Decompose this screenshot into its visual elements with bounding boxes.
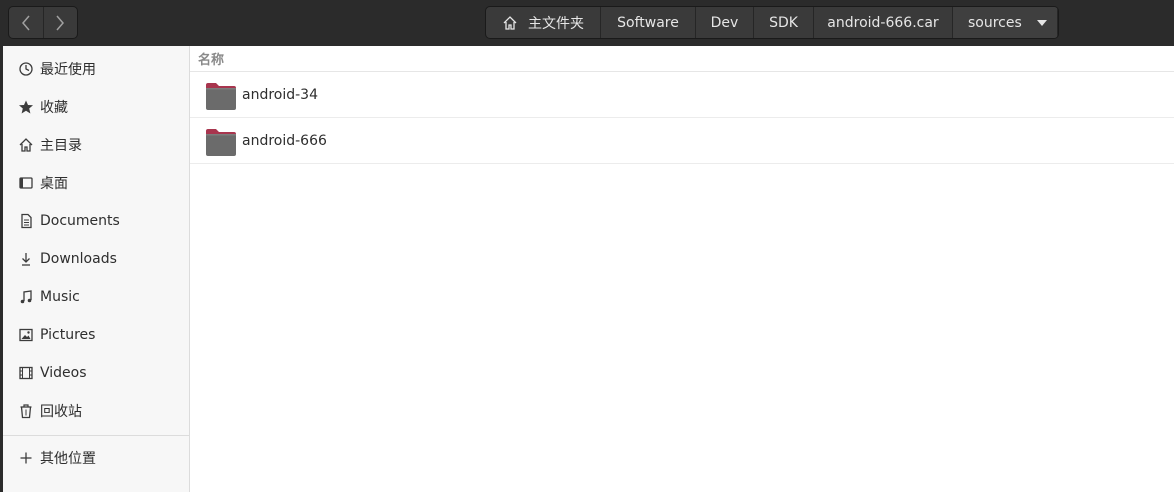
star-icon — [14, 99, 38, 115]
sidebar-item-label: Videos — [40, 365, 87, 381]
sidebar-item-trash[interactable]: 回收站 — [3, 392, 189, 430]
sidebar-item-label: 桌面 — [40, 176, 68, 192]
document-icon — [14, 213, 38, 229]
sidebar-item-label: Downloads — [40, 251, 117, 267]
file-row[interactable]: android-34 — [190, 72, 1174, 118]
sidebar-item-music[interactable]: Music — [3, 278, 189, 316]
sidebar-item-label: Music — [40, 289, 80, 305]
sidebar-item-recent[interactable]: 最近使用 — [3, 50, 189, 88]
trash-icon — [14, 403, 38, 419]
forward-button[interactable] — [42, 7, 78, 38]
sidebar-item-pictures[interactable]: Pictures — [3, 316, 189, 354]
sidebar-item-label: 其他位置 — [40, 451, 96, 467]
download-icon — [14, 251, 38, 267]
file-list: 名称 android-34 android-666 — [190, 46, 1174, 492]
plus-icon — [14, 450, 38, 466]
crumb-sdk[interactable]: SDK — [754, 7, 814, 38]
sidebar-item-label: 主目录 — [40, 138, 82, 154]
sidebar-item-documents[interactable]: Documents — [3, 202, 189, 240]
column-header-label: 名称 — [198, 53, 225, 68]
crumb-label: sources — [968, 14, 1022, 31]
sidebar-item-starred[interactable]: 收藏 — [3, 88, 189, 126]
sidebar-divider — [3, 435, 189, 436]
chevron-right-icon — [56, 15, 65, 30]
navigation-buttons — [8, 6, 78, 39]
video-icon — [14, 365, 38, 381]
crumb-label: 主文件夹 — [528, 15, 584, 32]
sidebar-item-label: 回收站 — [40, 404, 82, 420]
sidebar-item-other-locations[interactable]: 其他位置 — [3, 439, 189, 477]
sidebar-item-home[interactable]: 主目录 — [3, 126, 189, 164]
sidebar-item-label: 收藏 — [40, 100, 68, 116]
back-button[interactable] — [9, 7, 43, 38]
crumb-sources[interactable]: sources — [953, 7, 1058, 38]
file-name: android-666 — [242, 132, 327, 149]
crumb-software[interactable]: Software — [601, 7, 696, 38]
column-header-name[interactable]: 名称 — [190, 46, 1174, 72]
crumb-dev[interactable]: Dev — [696, 7, 754, 38]
sidebar: 最近使用 收藏 主目录 桌面 Documents Downloads Music… — [0, 46, 190, 492]
music-icon — [14, 289, 38, 305]
sidebar-item-label: Pictures — [40, 327, 96, 343]
crumb-android-666-car[interactable]: android-666.car — [814, 7, 953, 38]
clock-icon — [14, 61, 38, 77]
home-icon — [14, 137, 38, 153]
header-bar: 主文件夹 Software Dev SDK android-666.car so… — [0, 0, 1174, 46]
crumb-label: android-666.car — [827, 14, 939, 31]
crumb-label: Dev — [710, 14, 739, 31]
sidebar-item-desktop[interactable]: 桌面 — [3, 164, 189, 202]
dropdown-arrow-icon[interactable] — [1037, 20, 1047, 26]
folder-icon — [206, 82, 236, 110]
file-row[interactable]: android-666 — [190, 118, 1174, 164]
sidebar-item-label: 最近使用 — [40, 62, 96, 78]
crumb-label: SDK — [769, 14, 798, 31]
crumb-label: Software — [617, 14, 679, 31]
sidebar-item-downloads[interactable]: Downloads — [3, 240, 189, 278]
sidebar-item-label: Documents — [40, 213, 120, 229]
sidebar-item-videos[interactable]: Videos — [3, 354, 189, 392]
home-icon — [503, 15, 517, 30]
path-bar: 主文件夹 Software Dev SDK android-666.car so… — [485, 6, 1059, 39]
folder-icon — [206, 128, 236, 156]
picture-icon — [14, 327, 38, 343]
desktop-icon — [14, 175, 38, 191]
crumb-home[interactable]: 主文件夹 — [486, 7, 601, 38]
file-name: android-34 — [242, 86, 318, 103]
chevron-left-icon — [21, 15, 30, 30]
